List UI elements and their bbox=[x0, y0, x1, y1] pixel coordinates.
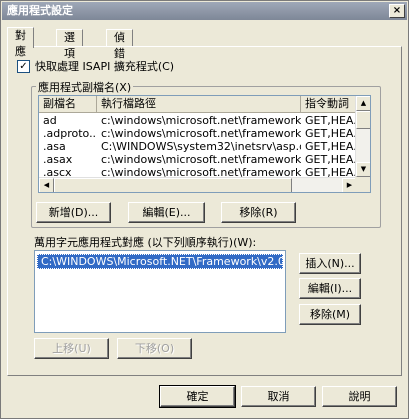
application-settings-dialog: 應用程式設定 × 對應 選項 偵錯 ✓ 快取處理 ISAPI 擴充程式(C) 應… bbox=[0, 0, 409, 419]
table-cell: GET,HEA... bbox=[305, 153, 359, 166]
table-row[interactable]: ad c:\windows\microsoft.net\framework\v.… bbox=[39, 114, 359, 127]
cancel-button[interactable]: 取消 bbox=[241, 386, 316, 407]
list-item[interactable]: C:\WINDOWS\Microsoft.NET\Framework\v2.0.… bbox=[37, 254, 283, 269]
table-cell: ad bbox=[43, 114, 57, 127]
edit-extension-button[interactable]: 編輯(E)... bbox=[128, 202, 205, 223]
scroll-down-icon[interactable]: ▼ bbox=[356, 162, 370, 177]
table-cell: GET,HEA... bbox=[305, 114, 359, 127]
column-header-verbs[interactable]: 指令動詞 bbox=[301, 96, 361, 113]
extensions-group-label: 應用程式副檔名(X) bbox=[36, 79, 134, 95]
table-row[interactable]: .asax c:\windows\microsoft.net\framework… bbox=[39, 153, 359, 166]
extensions-list[interactable]: 副檔名 執行檔路徑 指令動詞 ad c:\windows\microsoft.n… bbox=[38, 95, 371, 193]
wildcard-mappings-list[interactable]: C:\WINDOWS\Microsoft.NET\Framework\v2.0.… bbox=[34, 250, 286, 333]
horizontal-scroll-thumb[interactable] bbox=[54, 178, 292, 192]
remove-wildcard-button[interactable]: 移除(M) bbox=[299, 304, 361, 325]
table-cell: .adproto... bbox=[43, 127, 97, 140]
ok-button[interactable]: 確定 bbox=[159, 385, 236, 408]
help-button[interactable]: 說明 bbox=[322, 386, 397, 407]
vertical-scroll-thumb[interactable] bbox=[356, 111, 370, 129]
edit-wildcard-button[interactable]: 編輯(I)... bbox=[299, 278, 361, 299]
cache-isapi-checkbox[interactable]: ✓ bbox=[17, 59, 30, 73]
cache-isapi-option[interactable]: ✓ 快取處理 ISAPI 擴充程式(C) bbox=[17, 59, 174, 73]
table-cell: c:\windows\microsoft.net\framework\v... bbox=[101, 153, 301, 166]
extensions-list-header: 副檔名 執行檔路徑 指令動詞 bbox=[39, 96, 361, 113]
move-up-button[interactable]: 上移(U) bbox=[34, 338, 109, 359]
table-row[interactable]: .adproto... c:\windows\microsoft.net\fra… bbox=[39, 127, 359, 140]
column-header-extension[interactable]: 副檔名 bbox=[39, 96, 97, 113]
cache-isapi-label: 快取處理 ISAPI 擴充程式(C) bbox=[35, 60, 175, 73]
table-cell: .asax bbox=[43, 153, 73, 166]
horizontal-scrollbar[interactable]: ◀ ▶ bbox=[39, 177, 357, 192]
move-down-button[interactable]: 下移(O) bbox=[117, 338, 192, 359]
wildcard-mappings-label: 萬用字元應用程式對應 (以下列順序執行)(W): bbox=[34, 236, 257, 249]
table-cell: c:\windows\microsoft.net\framework\v... bbox=[101, 114, 301, 127]
table-cell: C:\WINDOWS\system32\inetsrv\asp.dll bbox=[101, 140, 301, 153]
title-bar: 應用程式設定 × bbox=[2, 2, 407, 20]
table-row[interactable]: .asa C:\WINDOWS\system32\inetsrv\asp.dll… bbox=[39, 140, 359, 153]
close-icon[interactable]: × bbox=[389, 4, 405, 18]
column-header-executable-path[interactable]: 執行檔路徑 bbox=[97, 96, 301, 113]
scrollbar-corner bbox=[355, 177, 370, 192]
table-cell: c:\windows\microsoft.net\framework\v... bbox=[101, 127, 301, 140]
vertical-scrollbar[interactable]: ▲ ▼ bbox=[355, 96, 370, 177]
scroll-left-icon[interactable]: ◀ bbox=[39, 178, 54, 192]
tab-mappings[interactable]: 對應 bbox=[7, 27, 34, 58]
remove-extension-button[interactable]: 移除(R) bbox=[221, 202, 296, 223]
insert-wildcard-button[interactable]: 插入(N)... bbox=[299, 253, 361, 274]
add-extension-button[interactable]: 新增(D)... bbox=[36, 202, 111, 223]
table-cell: .asa bbox=[43, 140, 66, 153]
table-cell: GET,HEA... bbox=[305, 140, 359, 153]
scroll-up-icon[interactable]: ▲ bbox=[356, 96, 370, 111]
tab-debugging[interactable]: 偵錯 bbox=[106, 29, 133, 60]
dialog-title: 應用程式設定 bbox=[7, 4, 73, 17]
table-cell: GET,HEA... bbox=[305, 127, 359, 140]
tab-options[interactable]: 選項 bbox=[56, 29, 83, 60]
